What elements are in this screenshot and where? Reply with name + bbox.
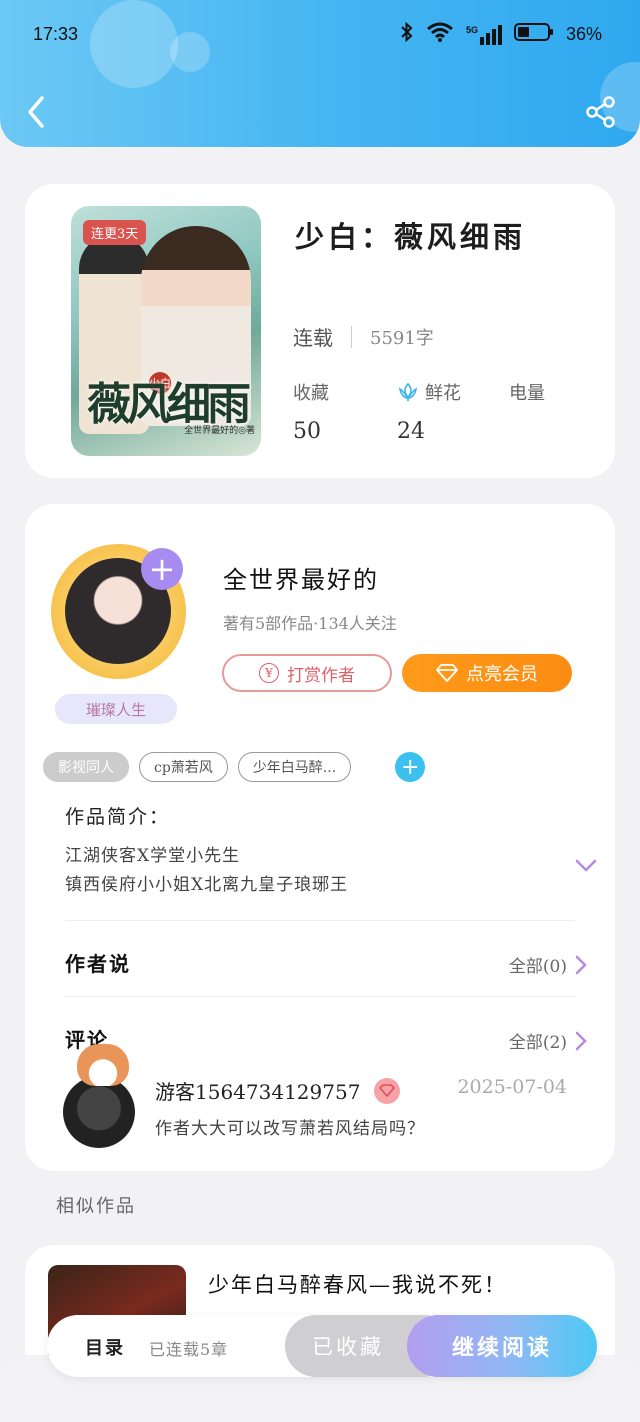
tag-item[interactable]: cp萧若风	[139, 752, 228, 782]
top-header: 17:33 5G 36%	[0, 0, 640, 147]
battery-icon	[513, 22, 554, 47]
comment-user[interactable]: 游客1564734129757	[155, 1076, 401, 1105]
more-label: 全部(2)	[508, 1033, 567, 1053]
divider	[65, 996, 575, 997]
signal-icon: 5G	[465, 24, 502, 45]
expand-intro-button[interactable]	[575, 858, 597, 877]
stat-label: 电量	[509, 383, 545, 404]
stat-value: 50	[293, 419, 321, 444]
stat-flowers[interactable]: 鲜花 24	[397, 379, 461, 444]
status-time: 17:33	[33, 24, 79, 44]
dog-frame-icon	[77, 1044, 129, 1086]
add-tag-button[interactable]: +	[395, 752, 426, 782]
author-level-badge: 璀璨人生	[55, 694, 177, 724]
tag-item[interactable]: 少年白马醉...	[237, 752, 352, 782]
wifi-icon	[426, 22, 454, 47]
chevron-down-icon	[575, 859, 597, 872]
vip-label: 点亮会员	[466, 664, 538, 685]
comment-text: 作者大大可以改写萧若风结局吗？	[155, 1119, 425, 1139]
commenter-avatar[interactable]	[63, 1076, 135, 1148]
bluetooth-icon	[400, 21, 414, 47]
diamond-icon	[436, 664, 458, 682]
stat-label: 收藏	[293, 383, 329, 404]
comments-more[interactable]: 全部(2)	[509, 1028, 587, 1053]
serial-status: 连载	[293, 326, 333, 350]
intro-line: 江湖侠客X学堂小先生	[65, 846, 241, 866]
share-button[interactable]	[584, 94, 618, 130]
similar-title: 少年白马醉春风—我说不死！	[208, 1273, 507, 1297]
toc-button[interactable]: 目录	[85, 1334, 125, 1360]
cover-author: 全世界最好的◎著	[184, 426, 255, 436]
continue-reading-button[interactable]: 继续阅读	[407, 1315, 597, 1377]
stat-energy[interactable]: 电量	[509, 379, 545, 419]
book-status-row: 连载 5591字	[293, 322, 434, 351]
intro-title: 作品简介：	[65, 806, 171, 828]
yen-icon: ¥	[259, 663, 279, 683]
author-says-title: 作者说	[65, 952, 131, 976]
commenter-name: 游客1564734129757	[155, 1080, 361, 1104]
chevron-right-icon	[575, 955, 587, 974]
tip-label: 打赏作者	[287, 665, 355, 686]
status-icons: 5G 36%	[400, 21, 602, 47]
toc-meta: 已连载5章	[149, 1340, 229, 1359]
similar-heading: 相似作品	[56, 1196, 136, 1217]
share-icon	[586, 96, 615, 128]
author-says-more[interactable]: 全部(0)	[509, 952, 587, 977]
book-info-card: 连更3天 少白 薇风细雨 全世界最好的◎著 少白：薇风细雨 连载 5591字 收…	[25, 184, 615, 478]
author-detail-card: + 璀璨人生 全世界最好的 著有5部作品·134人关注 ¥ 打赏作者 点亮会员 …	[25, 504, 615, 1171]
follow-plus-button[interactable]: +	[141, 548, 183, 590]
word-count: 5591字	[370, 327, 434, 349]
back-button[interactable]	[18, 92, 54, 132]
tag-list: 影视同人 cp萧若风 少年白马醉... +	[43, 752, 426, 782]
tag-item[interactable]: 影视同人	[43, 752, 129, 782]
book-cover[interactable]: 连更3天 少白 薇风细雨 全世界最好的◎著	[71, 206, 261, 456]
cover-badge: 连更3天	[83, 220, 147, 245]
stat-favorites[interactable]: 收藏 50	[293, 379, 329, 444]
author-meta: 著有5部作品·134人关注	[223, 614, 397, 633]
intro-text: 江湖侠客X学堂小先生 镇西侯府小小姐X北离九皇子琅琊王	[65, 842, 348, 900]
more-label: 全部(0)	[508, 957, 567, 977]
comment-date: 2025-07-04	[457, 1076, 567, 1098]
battery-level: 36%	[565, 24, 602, 44]
divider	[351, 325, 352, 348]
chevron-left-icon	[28, 96, 44, 128]
decor-bubble	[90, 0, 178, 88]
stat-label: 鲜花	[425, 383, 461, 404]
author-name[interactable]: 全世界最好的	[223, 560, 379, 595]
decor-bubble	[170, 32, 210, 72]
network-type: 5G	[465, 24, 478, 35]
book-title: 少白：薇风细雨	[295, 220, 527, 254]
stat-value: 24	[397, 419, 425, 444]
gem-icon	[374, 1077, 401, 1104]
chevron-right-icon	[575, 1031, 587, 1050]
tip-author-button[interactable]: ¥ 打赏作者	[222, 654, 392, 692]
divider	[65, 920, 575, 921]
vip-button[interactable]: 点亮会员	[402, 654, 572, 692]
intro-line: 镇西侯府小小姐X北离九皇子琅琊王	[65, 875, 349, 895]
bottom-dock: 目录 已连载5章 已收藏 继续阅读	[47, 1315, 597, 1377]
flower-icon	[398, 382, 418, 401]
